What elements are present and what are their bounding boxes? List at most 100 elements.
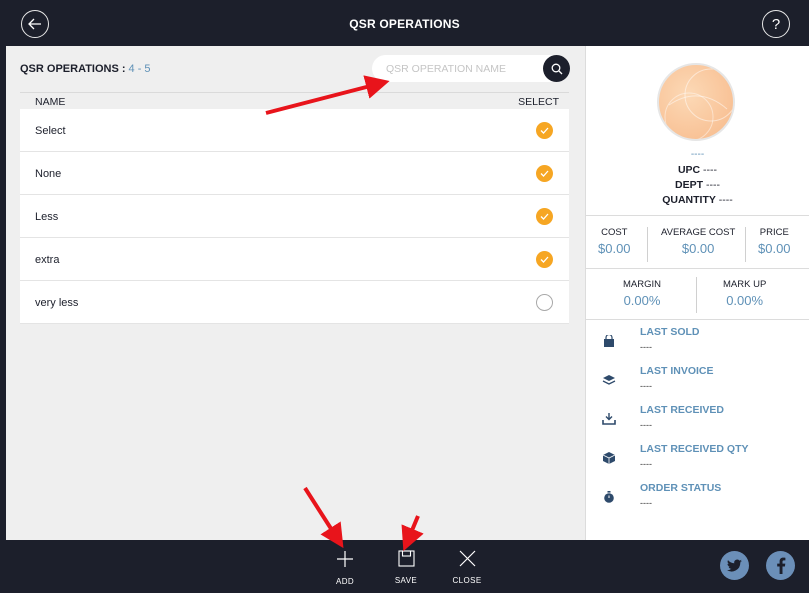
divider <box>586 215 809 216</box>
upc-value: ---- <box>703 164 718 176</box>
item-name: ---- <box>690 149 705 160</box>
list-heading: QSR OPERATIONS :4 - 5 <box>20 63 151 75</box>
help-icon: ? <box>771 15 781 33</box>
last-sold-label: LAST SOLD <box>640 326 700 338</box>
list-range: 4 - 5 <box>128 63 151 75</box>
table-header: NAME SELECT <box>20 92 569 108</box>
select-checkbox[interactable] <box>536 251 553 268</box>
upc-info: UPC ---- <box>586 164 809 176</box>
download-tray-icon <box>602 413 616 425</box>
table-row[interactable]: very less <box>20 281 569 324</box>
divider <box>745 227 746 262</box>
search-input[interactable]: QSR OPERATION NAME <box>372 55 570 82</box>
add-label: ADD <box>335 577 355 586</box>
quantity-info: QUANTITY ---- <box>586 194 809 206</box>
dept-info: DEPT ---- <box>586 179 809 191</box>
upc-label: UPC <box>677 164 701 176</box>
checkmark-icon <box>540 256 549 263</box>
last-invoice-label: LAST INVOICE <box>640 365 714 377</box>
search-placeholder: QSR OPERATION NAME <box>386 63 506 75</box>
last-sold-row: LAST SOLD ---- <box>586 321 809 360</box>
table-row[interactable]: extra <box>20 238 569 281</box>
close-label: CLOSE <box>452 576 482 585</box>
margin-stat: MARGIN 0.00% <box>623 279 661 308</box>
timer-icon <box>604 491 614 503</box>
table-row[interactable]: None <box>20 152 569 195</box>
layers-icon <box>602 375 616 385</box>
divider <box>586 268 809 269</box>
last-invoice-row: LAST INVOICE ---- <box>586 360 809 399</box>
list-heading-label: QSR OPERATIONS : <box>20 63 126 75</box>
table-row[interactable]: Less <box>20 195 569 238</box>
close-icon <box>459 550 475 567</box>
item-detail-panel: ---- UPC ---- DEPT ---- QUANTITY ---- CO… <box>585 46 809 540</box>
dept-label: DEPT <box>675 179 704 191</box>
row-name: None <box>35 168 62 180</box>
twitter-icon <box>726 559 742 571</box>
table-row[interactable]: Select <box>20 109 569 152</box>
operations-list: Select None Less extra very less <box>20 109 569 324</box>
last-received-row: LAST RECEIVED ---- <box>586 399 809 438</box>
row-name: very less <box>35 297 79 309</box>
cost-label: COST <box>601 227 628 238</box>
price-stat: PRICE $0.00 <box>758 227 791 256</box>
page-title: QSR OPERATIONS <box>349 17 460 31</box>
plus-icon <box>337 551 353 567</box>
checkmark-icon <box>540 213 549 220</box>
markup-label: MARK UP <box>723 279 767 290</box>
help-button[interactable]: ? <box>762 10 790 38</box>
average-cost-label: AVERAGE COST <box>661 227 736 238</box>
save-icon <box>397 550 415 567</box>
save-button[interactable]: SAVE <box>381 550 431 585</box>
cost-value: $0.00 <box>598 241 631 256</box>
quantity-label: QUANTITY <box>662 194 716 206</box>
checkmark-icon <box>540 170 549 177</box>
search-icon <box>551 63 562 74</box>
select-checkbox[interactable] <box>536 208 553 225</box>
box-icon <box>602 452 616 464</box>
last-invoice-value: ---- <box>640 381 652 391</box>
markup-stat: MARK UP 0.00% <box>723 279 766 308</box>
order-status-label: ORDER STATUS <box>640 482 722 494</box>
quantity-value: ---- <box>718 194 733 206</box>
save-label: SAVE <box>394 576 418 585</box>
row-name: Select <box>35 125 66 137</box>
cost-stat: COST $0.00 <box>598 227 631 256</box>
last-received-value: ---- <box>640 420 652 430</box>
close-button[interactable]: CLOSE <box>442 550 492 585</box>
bottom-toolbar: ADD SAVE CLOSE <box>0 540 809 593</box>
add-button[interactable]: ADD <box>320 550 370 586</box>
last-received-qty-row: LAST RECEIVED QTY ---- <box>586 438 809 477</box>
average-cost-stat: AVERAGE COST $0.00 <box>661 227 735 256</box>
item-image <box>657 63 735 141</box>
markup-value: 0.00% <box>726 293 764 308</box>
select-checkbox[interactable] <box>536 122 553 139</box>
divider <box>696 277 697 313</box>
order-status-row: ORDER STATUS ---- <box>586 477 809 516</box>
column-header-select: SELECT <box>518 96 559 108</box>
twitter-button[interactable] <box>720 551 749 580</box>
last-received-qty-value: ---- <box>640 459 652 469</box>
price-value: $0.00 <box>758 241 791 256</box>
divider <box>586 319 809 320</box>
select-checkbox[interactable] <box>536 165 553 182</box>
price-label: PRICE <box>759 227 789 238</box>
facebook-icon <box>776 557 785 574</box>
order-status-value: ---- <box>640 498 652 508</box>
column-header-name: NAME <box>35 96 66 108</box>
last-sold-value: ---- <box>640 342 652 352</box>
facebook-button[interactable] <box>766 551 795 580</box>
dept-value: ---- <box>705 179 720 191</box>
top-bar: QSR OPERATIONS ? <box>0 0 809 46</box>
operations-panel: QSR OPERATIONS :4 - 5 QSR OPERATION NAME… <box>6 46 585 540</box>
select-checkbox[interactable] <box>536 294 553 311</box>
divider <box>647 227 648 262</box>
row-name: extra <box>35 254 60 266</box>
last-received-label: LAST RECEIVED <box>640 404 725 416</box>
margin-value: 0.00% <box>623 293 661 308</box>
average-cost-value: $0.00 <box>681 241 715 256</box>
bag-icon <box>604 335 614 347</box>
checkmark-icon <box>540 127 549 134</box>
search-button[interactable] <box>543 55 570 82</box>
last-received-qty-label: LAST RECEIVED QTY <box>640 443 749 455</box>
